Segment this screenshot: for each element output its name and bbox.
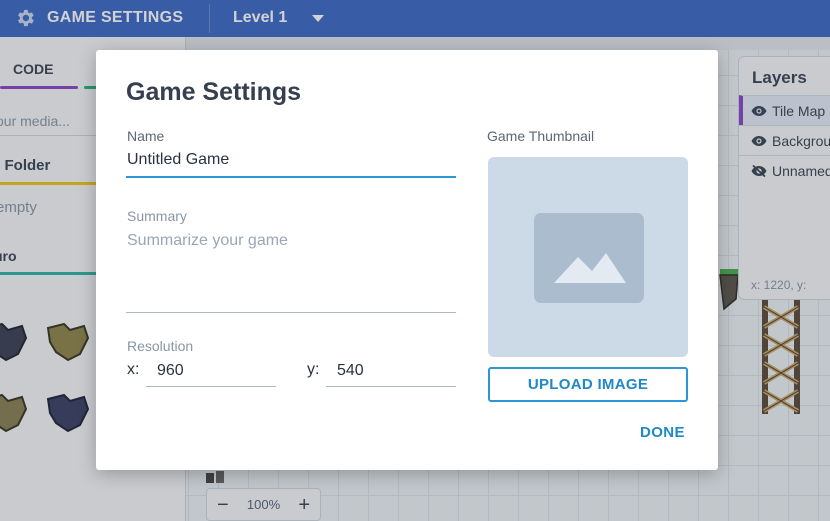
resolution-y-label: y:	[307, 361, 320, 378]
name-label: Name	[127, 128, 165, 144]
name-input[interactable]	[127, 149, 456, 171]
resolution-y-underline	[326, 386, 456, 387]
resolution-x-underline	[146, 386, 276, 387]
image-placeholder-icon	[534, 213, 644, 303]
thumbnail-preview[interactable]	[488, 157, 688, 357]
done-button[interactable]: DONE	[640, 424, 685, 441]
summary-input[interactable]	[127, 230, 456, 252]
summary-underline	[126, 312, 456, 313]
resolution-label: Resolution	[127, 338, 194, 354]
dialog-title: Game Settings	[126, 78, 302, 106]
game-settings-dialog: Game Settings Name Summary Resolution x:…	[96, 50, 718, 470]
upload-image-button[interactable]: UPLOAD IMAGE	[488, 367, 688, 402]
summary-label: Summary	[127, 208, 187, 224]
name-underline	[126, 176, 456, 178]
resolution-x-input[interactable]	[157, 360, 275, 382]
thumbnail-label: Game Thumbnail	[487, 128, 595, 144]
resolution-x-label: x:	[127, 361, 140, 378]
resolution-y-input[interactable]	[337, 360, 455, 382]
